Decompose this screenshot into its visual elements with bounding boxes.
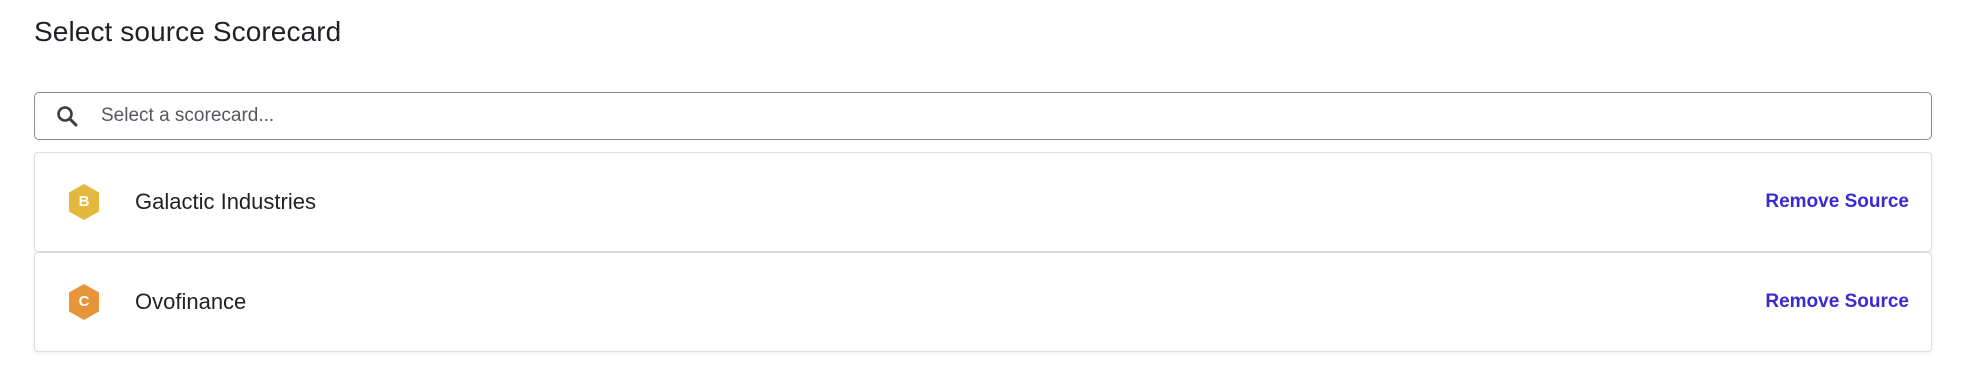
grade-badge-icon: C (67, 283, 101, 321)
list-item: C Ovofinance Remove Source (34, 252, 1932, 352)
source-scorecard-panel: Select source Scorecard B Galactic Indus… (0, 0, 1970, 384)
scorecard-search[interactable] (34, 92, 1932, 140)
search-icon (53, 102, 81, 130)
grade-letter: C (78, 293, 90, 310)
remove-source-button[interactable]: Remove Source (1765, 291, 1909, 313)
grade-badge-icon: B (67, 183, 101, 221)
page-title: Select source Scorecard (34, 16, 342, 47)
company-name: Ovofinance (135, 289, 247, 314)
company-name: Galactic Industries (135, 189, 316, 214)
grade-letter: B (78, 193, 90, 210)
source-list: B Galactic Industries Remove Source C Ov… (34, 152, 1932, 352)
list-item: B Galactic Industries Remove Source (34, 152, 1932, 252)
search-input[interactable] (99, 95, 1883, 137)
remove-source-button[interactable]: Remove Source (1765, 191, 1909, 213)
